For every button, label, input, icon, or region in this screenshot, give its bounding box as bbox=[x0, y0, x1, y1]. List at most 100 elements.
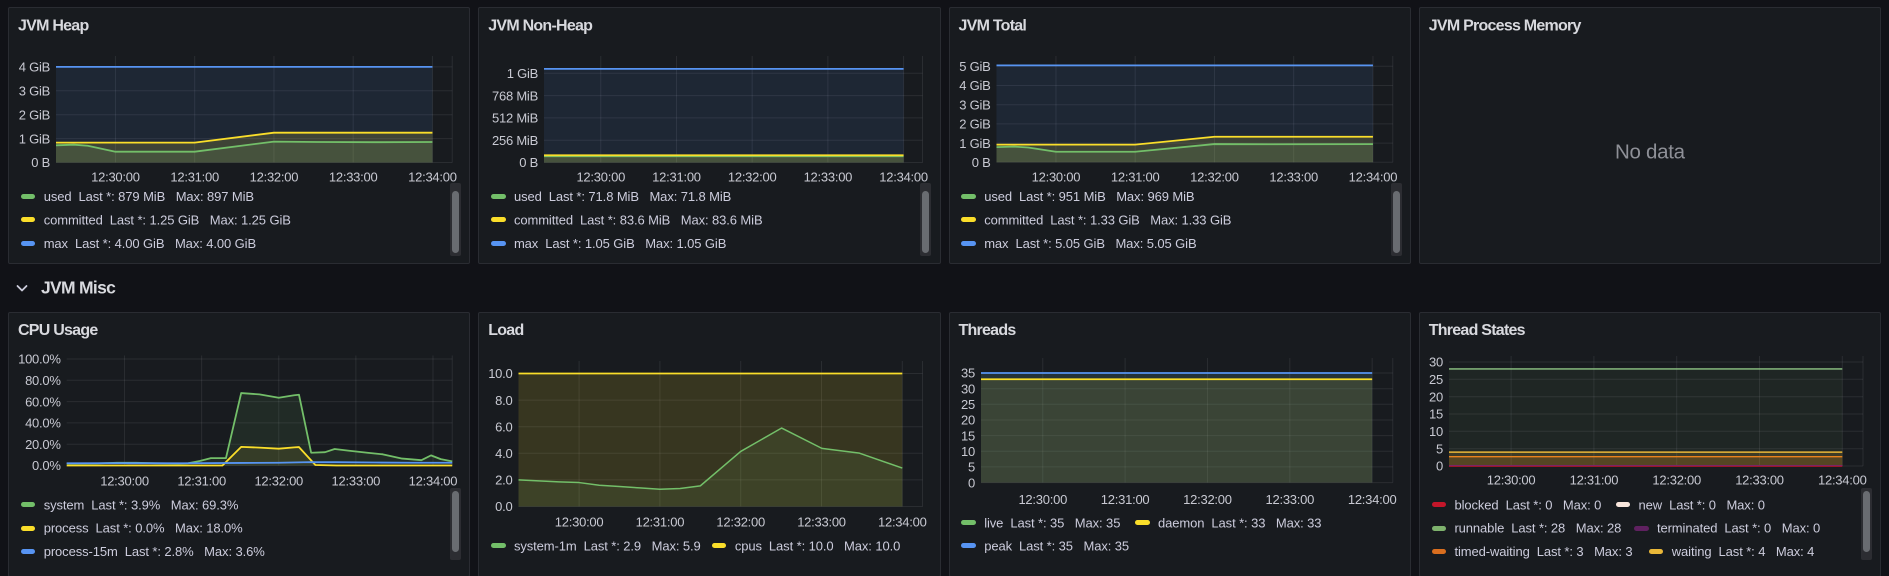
svg-text:1 GiB: 1 GiB bbox=[959, 136, 990, 151]
svg-text:60.0%: 60.0% bbox=[25, 394, 61, 409]
svg-text:4.0: 4.0 bbox=[495, 446, 512, 461]
svg-text:12:31:00: 12:31:00 bbox=[177, 473, 226, 488]
svg-text:12:31:00: 12:31:00 bbox=[170, 170, 219, 185]
svg-text:JVM Process Memory: JVM Process Memory bbox=[1429, 17, 1582, 34]
svg-text:12:30:00: 12:30:00 bbox=[100, 473, 149, 488]
svg-text:1 GiB: 1 GiB bbox=[507, 66, 538, 81]
svg-text:12:30:00: 12:30:00 bbox=[555, 514, 604, 529]
svg-text:768 MiB: 768 MiB bbox=[492, 88, 538, 103]
svg-text:30: 30 bbox=[1429, 355, 1443, 370]
svg-text:timed-waiting Last *: 3 Max: timed-waiting Last *: 3 Max: 3 bbox=[1454, 544, 1632, 559]
svg-text:2.0: 2.0 bbox=[495, 473, 512, 488]
svg-text:2 GiB: 2 GiB bbox=[959, 117, 990, 132]
svg-text:35: 35 bbox=[961, 366, 975, 381]
svg-text:256 MiB: 256 MiB bbox=[492, 133, 538, 148]
svg-text:12:31:00: 12:31:00 bbox=[1570, 473, 1619, 488]
svg-text:2 GiB: 2 GiB bbox=[19, 107, 50, 122]
svg-text:6.0: 6.0 bbox=[495, 419, 512, 434]
svg-text:12:31:00: 12:31:00 bbox=[1101, 492, 1150, 507]
svg-text:512 MiB: 512 MiB bbox=[492, 111, 538, 126]
svg-text:0 B: 0 B bbox=[972, 155, 991, 170]
svg-text:12:33:00: 12:33:00 bbox=[1266, 492, 1315, 507]
svg-text:15: 15 bbox=[961, 428, 975, 443]
svg-text:4 GiB: 4 GiB bbox=[19, 60, 50, 75]
svg-text:12:34:00: 12:34:00 bbox=[409, 473, 458, 488]
svg-text:new Last *: 0 Max: 0: new Last *: 0 Max: 0 bbox=[1639, 498, 1765, 513]
svg-text:Threads: Threads bbox=[959, 322, 1017, 339]
svg-text:12:31:00: 12:31:00 bbox=[1111, 170, 1160, 185]
svg-text:5: 5 bbox=[968, 460, 975, 475]
svg-text:max Last *: 5.05 GiB Max: 5: max Last *: 5.05 GiB Max: 5.05 GiB bbox=[984, 236, 1196, 251]
svg-text:12:34:00: 12:34:00 bbox=[878, 514, 927, 529]
svg-text:12:32:00: 12:32:00 bbox=[254, 473, 303, 488]
svg-text:10.0: 10.0 bbox=[488, 366, 512, 381]
svg-text:12:34:00: 12:34:00 bbox=[1349, 170, 1398, 185]
svg-text:12:33:00: 12:33:00 bbox=[329, 170, 378, 185]
svg-text:10: 10 bbox=[1429, 424, 1443, 439]
svg-text:committed Last *: 1.25 GiB: committed Last *: 1.25 GiB Max: 1.25 GiB bbox=[44, 213, 291, 228]
svg-text:20: 20 bbox=[1429, 389, 1443, 404]
svg-text:peak Last *: 35 Max: 35: peak Last *: 35 Max: 35 bbox=[984, 539, 1129, 554]
svg-text:8.0: 8.0 bbox=[495, 393, 512, 408]
svg-text:12:30:00: 12:30:00 bbox=[1032, 170, 1081, 185]
svg-text:1 GiB: 1 GiB bbox=[19, 131, 50, 146]
svg-text:process-15m Last *: 2.8% Ma: process-15m Last *: 2.8% Max: 3.6% bbox=[44, 544, 266, 559]
svg-text:12:30:00: 12:30:00 bbox=[576, 170, 625, 185]
svg-text:25: 25 bbox=[1429, 372, 1443, 387]
svg-text:max Last *: 1.05 GiB Max: 1: max Last *: 1.05 GiB Max: 1.05 GiB bbox=[514, 236, 726, 251]
svg-text:0: 0 bbox=[1436, 459, 1443, 474]
svg-text:cpus Last *: 10.0 Max: 10.0: cpus Last *: 10.0 Max: 10.0 bbox=[735, 539, 900, 554]
svg-text:JVM Non-Heap: JVM Non-Heap bbox=[488, 17, 593, 34]
svg-text:12:31:00: 12:31:00 bbox=[652, 170, 701, 185]
svg-text:used Last *: 951 MiB Max: 9: used Last *: 951 MiB Max: 969 MiB bbox=[984, 189, 1194, 204]
svg-text:12:33:00: 12:33:00 bbox=[1735, 473, 1784, 488]
svg-text:0 B: 0 B bbox=[519, 155, 538, 170]
svg-text:No data: No data bbox=[1615, 141, 1686, 164]
svg-text:used Last *: 879 MiB Max: 8: used Last *: 879 MiB Max: 897 MiB bbox=[44, 189, 254, 204]
svg-text:12:30:00: 12:30:00 bbox=[91, 170, 140, 185]
svg-text:80.0%: 80.0% bbox=[25, 373, 61, 388]
svg-text:3 GiB: 3 GiB bbox=[19, 84, 50, 99]
svg-text:12:32:00: 12:32:00 bbox=[1190, 170, 1239, 185]
svg-text:40.0%: 40.0% bbox=[25, 416, 61, 431]
svg-text:12:32:00: 12:32:00 bbox=[716, 514, 765, 529]
svg-text:JVM Heap: JVM Heap bbox=[18, 17, 89, 34]
svg-text:12:33:00: 12:33:00 bbox=[1269, 170, 1318, 185]
svg-text:10: 10 bbox=[961, 444, 975, 459]
svg-text:5 GiB: 5 GiB bbox=[959, 59, 990, 74]
svg-text:4 GiB: 4 GiB bbox=[959, 78, 990, 93]
svg-text:0 B: 0 B bbox=[31, 155, 50, 170]
svg-text:CPU Usage: CPU Usage bbox=[18, 322, 98, 339]
svg-text:20: 20 bbox=[961, 413, 975, 428]
svg-text:process Last *: 0.0% Max: 1: process Last *: 0.0% Max: 18.0% bbox=[44, 521, 243, 536]
svg-text:system Last *: 3.9% Max: 69: system Last *: 3.9% Max: 69.3% bbox=[44, 498, 239, 513]
svg-text:12:30:00: 12:30:00 bbox=[1487, 473, 1536, 488]
svg-text:12:31:00: 12:31:00 bbox=[636, 514, 685, 529]
svg-text:terminated Last *: 0 Max: 0: terminated Last *: 0 Max: 0 bbox=[1657, 521, 1820, 536]
svg-text:12:32:00: 12:32:00 bbox=[250, 170, 299, 185]
svg-text:daemon Last *: 33 Max: 33: daemon Last *: 33 Max: 33 bbox=[1158, 516, 1321, 531]
svg-text:Load: Load bbox=[488, 322, 523, 339]
svg-text:12:32:00: 12:32:00 bbox=[1652, 473, 1701, 488]
svg-text:20.0%: 20.0% bbox=[25, 437, 61, 452]
svg-text:12:33:00: 12:33:00 bbox=[797, 514, 846, 529]
svg-text:30: 30 bbox=[961, 381, 975, 396]
svg-text:0: 0 bbox=[968, 475, 975, 490]
svg-text:JVM Total: JVM Total bbox=[959, 17, 1027, 34]
svg-text:12:34:00: 12:34:00 bbox=[1348, 492, 1397, 507]
svg-text:used Last *: 71.8 MiB Max:: used Last *: 71.8 MiB Max: 71.8 MiB bbox=[514, 189, 731, 204]
svg-text:runnable Last *: 28 Max: 28: runnable Last *: 28 Max: 28 bbox=[1454, 521, 1621, 536]
svg-text:12:33:00: 12:33:00 bbox=[804, 170, 853, 185]
svg-text:12:34:00: 12:34:00 bbox=[1818, 473, 1867, 488]
svg-text:5: 5 bbox=[1436, 441, 1443, 456]
svg-text:12:33:00: 12:33:00 bbox=[332, 473, 381, 488]
svg-text:3 GiB: 3 GiB bbox=[959, 97, 990, 112]
svg-text:live Last *: 35 Max: 35: live Last *: 35 Max: 35 bbox=[984, 516, 1120, 531]
svg-text:12:32:00: 12:32:00 bbox=[728, 170, 777, 185]
svg-text:blocked Last *: 0 Max: 0: blocked Last *: 0 Max: 0 bbox=[1454, 498, 1601, 513]
svg-text:waiting Last *: 4 Max: 4: waiting Last *: 4 Max: 4 bbox=[1671, 544, 1815, 559]
svg-text:0.0: 0.0 bbox=[495, 499, 512, 514]
svg-text:25: 25 bbox=[961, 397, 975, 412]
svg-text:12:30:00: 12:30:00 bbox=[1018, 492, 1067, 507]
svg-text:max Last *: 4.00 GiB Max: 4: max Last *: 4.00 GiB Max: 4.00 GiB bbox=[44, 236, 256, 251]
